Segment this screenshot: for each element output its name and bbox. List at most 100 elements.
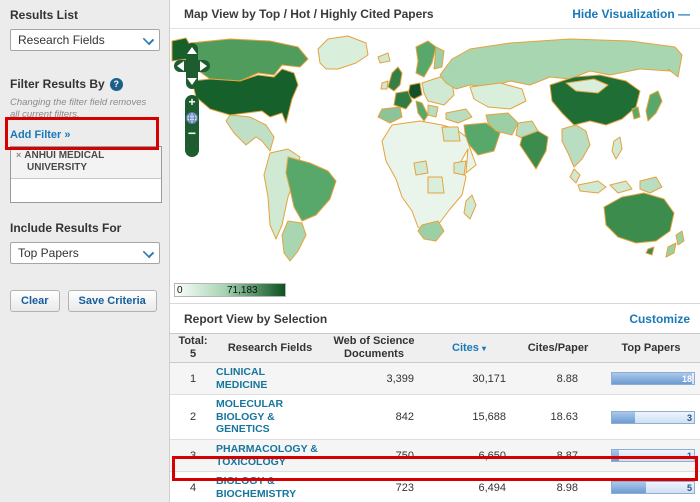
- row-cites-per-paper: 8.87: [514, 450, 602, 462]
- country-new-zealand-south[interactable]: [666, 243, 676, 257]
- field-link[interactable]: MOLECULAR BIOLOGY & GENETICS: [216, 398, 324, 436]
- filter-note: Changing the filter field removes all cu…: [10, 97, 155, 122]
- report-table: Total:5 Research Fields Web of Science D…: [170, 333, 700, 502]
- country-greenland[interactable]: [318, 36, 368, 69]
- chevron-down-icon: [144, 248, 152, 256]
- map-view-title: Map View by Top / Hot / Highly Cited Pap…: [184, 7, 434, 21]
- country-madagascar[interactable]: [464, 195, 476, 219]
- row-documents: 750: [324, 450, 424, 462]
- country-south-korea[interactable]: [632, 107, 640, 119]
- field-link[interactable]: PHARMACOLOGY & TOXICOLOGY: [216, 443, 324, 468]
- active-filter-item[interactable]: ×ANHUI MEDICAL UNIVERSITY: [11, 147, 161, 179]
- column-cites-sort[interactable]: Cites ▾: [424, 342, 514, 355]
- table-row-highlighted: 4 BIOLOGY & BIOCHEMISTRY 723 6,494 8.98 …: [170, 472, 700, 502]
- country-italy[interactable]: [416, 101, 428, 121]
- table-header-row: Total:5 Research Fields Web of Science D…: [170, 333, 700, 363]
- customize-link[interactable]: Customize: [629, 312, 690, 326]
- country-ireland[interactable]: [381, 81, 388, 89]
- column-cites-per-paper: Cites/Paper: [514, 342, 602, 355]
- scale-min-label: 0: [177, 285, 183, 296]
- country-drc[interactable]: [428, 177, 444, 193]
- map-pan-control[interactable]: [174, 43, 210, 89]
- top-papers-value: 18: [682, 374, 692, 384]
- country-malaysia[interactable]: [570, 169, 580, 183]
- pan-down-icon[interactable]: [187, 78, 197, 85]
- table-row: 2 MOLECULAR BIOLOGY & GENETICS 842 15,68…: [170, 395, 700, 440]
- country-tasmania[interactable]: [646, 247, 654, 255]
- country-finland[interactable]: [434, 47, 444, 69]
- country-egypt[interactable]: [442, 127, 460, 141]
- field-link[interactable]: BIOLOGY & BIOCHEMISTRY: [216, 475, 324, 500]
- table-row: 1 CLINICAL MEDICINE 3,399 30,171 8.88 18: [170, 363, 700, 395]
- field-link[interactable]: CLINICAL MEDICINE: [216, 366, 324, 391]
- country-indonesia-east[interactable]: [610, 181, 632, 193]
- region-balkans[interactable]: [428, 105, 438, 117]
- report-view-title: Report View by Selection: [184, 312, 327, 326]
- total-header: Total:5: [170, 335, 216, 360]
- column-top-papers: Top Papers: [602, 342, 700, 355]
- filter-sidebar: Results List Research Fields Filter Resu…: [0, 0, 170, 502]
- country-iceland[interactable]: [378, 53, 390, 63]
- globe-icon[interactable]: [185, 111, 199, 125]
- country-uk[interactable]: [388, 67, 402, 91]
- pan-up-icon[interactable]: [187, 47, 197, 54]
- save-criteria-button[interactable]: Save Criteria: [68, 290, 157, 312]
- results-list-selected-value: Research Fields: [18, 33, 105, 47]
- row-cites-per-paper: 8.98: [514, 482, 602, 494]
- country-indonesia-west[interactable]: [578, 181, 606, 193]
- top-papers-value: 3: [687, 413, 692, 423]
- pan-left-icon[interactable]: [177, 61, 184, 71]
- row-rank: 1: [170, 373, 216, 385]
- country-new-zealand-north[interactable]: [676, 231, 684, 245]
- map-legend-row: 0 71,183: [170, 278, 700, 304]
- country-ethiopia[interactable]: [454, 161, 466, 175]
- row-cites: 6,494: [424, 482, 514, 494]
- country-spain[interactable]: [378, 107, 402, 123]
- country-argentina[interactable]: [282, 221, 306, 261]
- chevron-down-icon: [144, 35, 152, 43]
- results-list-heading: Results List: [10, 8, 159, 22]
- country-mexico[interactable]: [226, 115, 274, 151]
- country-australia[interactable]: [604, 193, 674, 243]
- zoom-out-button[interactable]: −: [185, 127, 199, 139]
- column-research-fields: Research Fields: [216, 342, 324, 355]
- active-filters-listbox[interactable]: ×ANHUI MEDICAL UNIVERSITY: [10, 146, 162, 203]
- country-nigeria[interactable]: [414, 161, 428, 175]
- sort-desc-icon: ▾: [482, 344, 486, 353]
- add-filter-link[interactable]: Add Filter »: [10, 129, 71, 141]
- remove-filter-icon[interactable]: ×: [16, 150, 21, 160]
- row-cites: 30,171: [424, 373, 514, 385]
- country-france[interactable]: [394, 91, 412, 109]
- column-documents: Web of Science Documents: [324, 335, 424, 360]
- choropleth-world-map[interactable]: [170, 29, 695, 277]
- include-results-heading: Include Results For: [10, 221, 159, 235]
- region-southeast-asia[interactable]: [562, 125, 590, 167]
- top-papers-bar: 5: [611, 481, 695, 494]
- zoom-in-button[interactable]: +: [185, 95, 199, 109]
- include-results-select[interactable]: Top Papers: [10, 242, 160, 264]
- top-papers-value: 1: [687, 451, 692, 461]
- top-papers-bar: 18: [611, 372, 695, 385]
- region-central-asia[interactable]: [470, 83, 526, 109]
- country-papua[interactable]: [640, 177, 662, 193]
- active-filter-label: ANHUI MEDICAL UNIVERSITY: [24, 150, 104, 174]
- country-japan[interactable]: [646, 91, 662, 121]
- main-content: Map View by Top / Hot / Highly Cited Pap…: [170, 0, 700, 502]
- pan-right-icon[interactable]: [200, 61, 207, 71]
- row-rank: 3: [170, 450, 216, 462]
- country-norway-sweden[interactable]: [416, 41, 436, 77]
- help-icon[interactable]: ?: [110, 78, 123, 91]
- row-cites-per-paper: 18.63: [514, 411, 602, 423]
- results-list-select[interactable]: Research Fields: [10, 29, 160, 51]
- country-india[interactable]: [520, 131, 548, 169]
- top-papers-bar: 3: [611, 411, 695, 424]
- include-results-selected-value: Top Papers: [18, 246, 79, 260]
- row-cites-per-paper: 8.88: [514, 373, 602, 385]
- clear-button[interactable]: Clear: [10, 290, 60, 312]
- country-turkey[interactable]: [446, 109, 472, 123]
- country-philippines[interactable]: [612, 137, 622, 159]
- country-brazil[interactable]: [286, 157, 336, 221]
- hide-visualization-link[interactable]: Hide Visualization —: [572, 7, 690, 21]
- world-map-panel: + −: [170, 28, 700, 278]
- filter-results-heading: Filter Results By: [10, 77, 105, 91]
